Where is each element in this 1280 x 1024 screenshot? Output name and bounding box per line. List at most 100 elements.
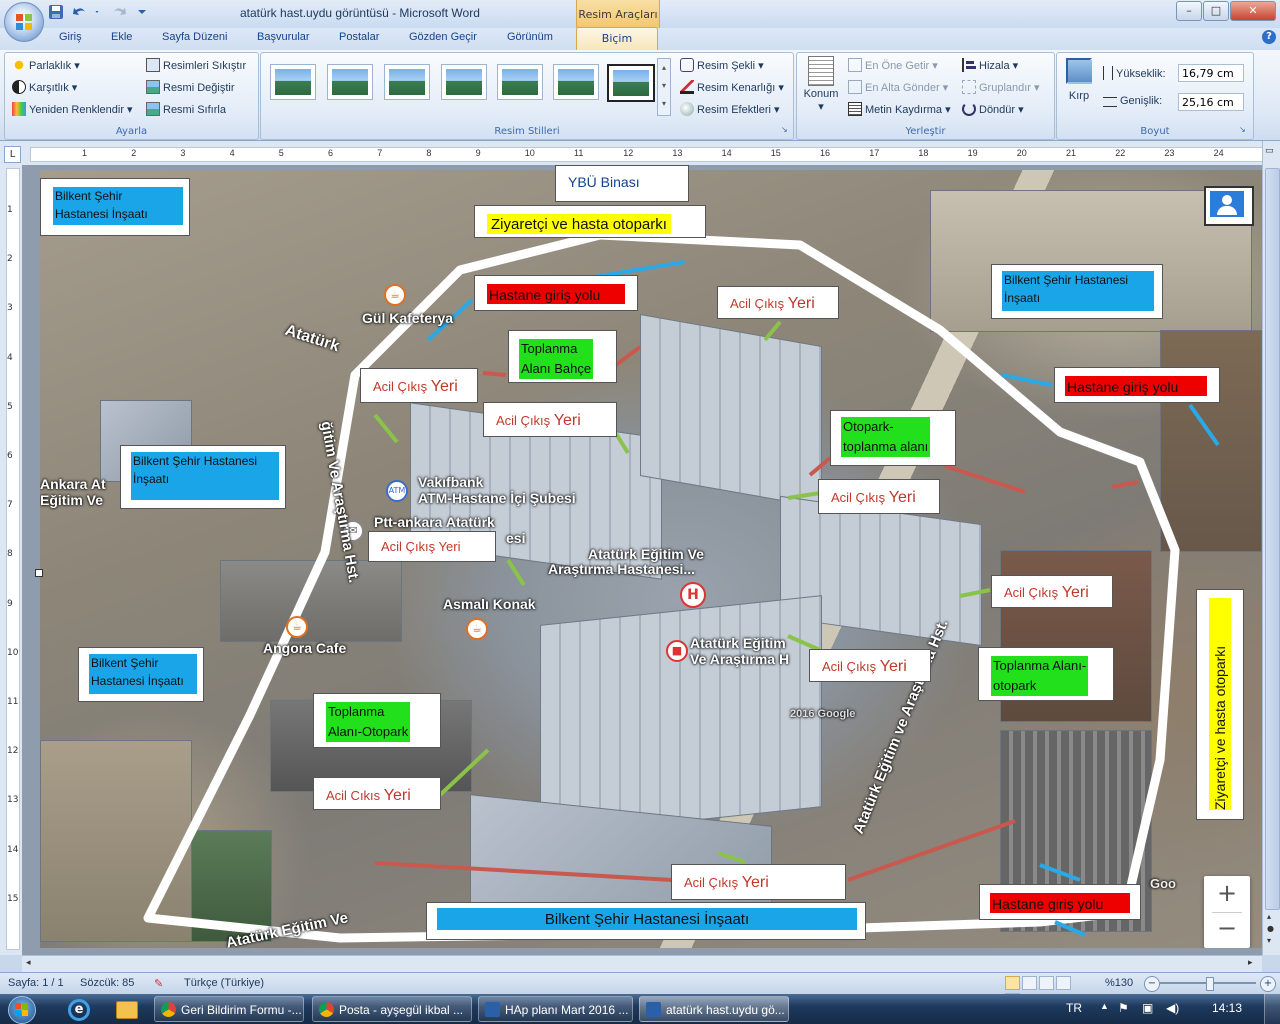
view-outline-icon[interactable] <box>1056 976 1071 990</box>
box-bilkent-top-right[interactable]: Bilkent Şehir Hastanesi İnşaatı <box>991 264 1163 319</box>
box-bilkent-middle-left[interactable]: Bilkent Şehir Hastanesi İnşaatı <box>120 445 286 509</box>
view-web-icon[interactable] <box>1039 976 1054 990</box>
view-print-layout-icon[interactable] <box>1005 976 1020 990</box>
vertical-scrollbar[interactable]: ▭ ▴ ● ▾ <box>1262 141 1280 955</box>
box-acil-6[interactable]: Acil Çıkış Yeri <box>991 575 1113 608</box>
street-view-button[interactable] <box>1204 186 1254 226</box>
office-button[interactable] <box>4 2 44 42</box>
horizontal-scrollbar[interactable]: ◂ ▸ <box>22 955 1262 973</box>
zoom-out-status-icon[interactable]: − <box>1144 976 1160 992</box>
tray-network-icon[interactable]: ▣ <box>1142 1001 1153 1015</box>
box-giris-top[interactable]: Hastane giriş yolu <box>474 275 638 311</box>
box-toplanma-otopark-left[interactable]: Toplanma Alanı-Otopark <box>313 693 441 748</box>
status-language[interactable]: Türkçe (Türkiye) <box>184 977 264 989</box>
zoom-in-icon[interactable]: + <box>1204 876 1250 912</box>
taskbar-item-posta[interactable]: Posta - ayşegül ikbal ... <box>312 996 472 1022</box>
scroll-right-icon[interactable]: ▸ <box>1248 958 1253 968</box>
resmi-degistir-button[interactable]: Resmi Değiştir <box>146 80 235 94</box>
customize-qat-icon[interactable] <box>134 4 150 20</box>
box-toplanma-bahce[interactable]: Toplanma Alanı Bahçe <box>508 330 617 383</box>
vertical-scroll-thumb[interactable] <box>1265 168 1280 910</box>
box-ziyaretci-top[interactable]: Ziyaretçi ve hasta otoparkı <box>474 205 706 238</box>
resim-sekli-button[interactable]: Resim Şekli ▾ <box>680 58 764 72</box>
en-one-getir-button[interactable]: En Öne Getir ▾ <box>848 58 938 72</box>
height-spinner[interactable]: 16,79 cm <box>1178 64 1244 82</box>
ruler-track[interactable] <box>30 147 1265 162</box>
box-toplanma-otopark-right[interactable]: Toplanma Alanı-otopark <box>978 647 1114 701</box>
undo-dropdown-icon[interactable] <box>95 4 103 20</box>
maximize-button[interactable]: □ <box>1203 1 1229 21</box>
box-otopark-toplanma[interactable]: Otopark-toplanma alanı <box>830 410 956 466</box>
tab-gorunum[interactable]: Görünüm <box>507 31 553 43</box>
redo-icon[interactable] <box>111 4 127 20</box>
box-bilkent-bottom[interactable]: Bilkent Şehir Hastanesi İnşaatı <box>426 902 866 940</box>
box-acil-4[interactable]: Acil Çıkış Yeri <box>818 479 940 514</box>
view-reading-icon[interactable] <box>1022 976 1037 990</box>
box-acil-1[interactable]: Acil Çıkış Yeri <box>717 286 839 319</box>
resmi-sifirla-button[interactable]: Resmi Sıfırla <box>146 102 226 116</box>
scroll-left-icon[interactable]: ◂ <box>26 958 31 968</box>
box-giris-bottom[interactable]: Hastane giriş yolu <box>979 884 1141 920</box>
help-icon[interactable]: ? <box>1262 30 1276 44</box>
tray-flag-icon[interactable]: ⚑ <box>1118 1001 1129 1015</box>
box-acil-5[interactable]: Acil Çıkış Yeri <box>368 531 496 562</box>
zoom-slider-thumb[interactable] <box>1206 977 1214 991</box>
minimize-button[interactable]: – <box>1176 1 1202 21</box>
style-thumb-6[interactable] <box>553 64 599 100</box>
box-acil-7[interactable]: Acil Çıkış Yeri <box>809 649 931 682</box>
tray-language[interactable]: TR <box>1066 1001 1082 1015</box>
resim-kenarligi-button[interactable]: Resim Kenarlığı ▾ <box>680 80 784 94</box>
konum-button[interactable]: Konum ▾ <box>803 56 839 113</box>
browse-object-icon[interactable]: ▴ ● ▾ <box>1267 911 1274 947</box>
resim-efektleri-button[interactable]: Resim Efektleri ▾ <box>680 102 780 116</box>
cafe-poi-icon[interactable]: ☕ <box>384 284 406 306</box>
box-bilkent-bottom-left[interactable]: Bilkent Şehir Hastanesi İnşaatı <box>78 647 204 702</box>
show-desktop-button[interactable] <box>1264 994 1280 1024</box>
status-zoom[interactable]: %130 <box>1105 977 1133 989</box>
tab-selector-icon[interactable]: L <box>4 146 21 163</box>
dondur-button[interactable]: Döndür ▾ <box>962 102 1024 116</box>
gruplandir-button[interactable]: Gruplandır ▾ <box>962 80 1040 94</box>
parlaklik-button[interactable]: Parlaklık ▾ <box>12 58 80 72</box>
tray-expand-icon[interactable]: ▲ <box>1100 1001 1109 1011</box>
box-ybu-binasi[interactable]: YBÜ Binası <box>555 165 689 202</box>
tab-giris[interactable]: Giriş <box>59 31 82 43</box>
tab-ekle[interactable]: Ekle <box>111 31 132 43</box>
status-word-count[interactable]: Sözcük: 85 <box>80 977 134 989</box>
tab-sayfa-duzeni[interactable]: Sayfa Düzeni <box>162 31 227 43</box>
gallery-scroll-icon[interactable]: ▴ ▾ ▾ <box>657 58 671 116</box>
box-giris-right[interactable]: Hastane giriş yolu <box>1054 367 1220 403</box>
box-acil-2[interactable]: Acil Çıkış Yeri <box>360 368 478 403</box>
atm-poi-icon[interactable]: ATM <box>386 480 408 502</box>
kirp-button[interactable]: Kırp <box>1062 58 1096 102</box>
box-acil-8[interactable]: Acil Cıkıs Yeri <box>313 777 441 810</box>
zoom-out-icon[interactable]: − <box>1204 913 1250 948</box>
metin-kaydirma-button[interactable]: Metin Kaydırma ▾ <box>848 102 951 116</box>
width-spinner[interactable]: 25,16 cm <box>1178 93 1244 111</box>
tab-basvurular[interactable]: Başvurular <box>257 31 310 43</box>
hizala-button[interactable]: Hizala ▾ <box>962 58 1018 72</box>
en-alta-gonder-button[interactable]: En Alta Gönder ▾ <box>848 80 948 94</box>
tab-gozden-gecir[interactable]: Gözden Geçir <box>409 31 477 43</box>
karsitlik-button[interactable]: Karşıtlık ▾ <box>12 80 77 94</box>
cafe-poi-icon-3[interactable]: ☕ <box>466 618 488 640</box>
spelling-check-icon[interactable]: ✎ <box>154 977 163 990</box>
style-thumb-2[interactable] <box>327 64 373 100</box>
cafe-poi-icon-2[interactable]: ☕ <box>286 616 308 638</box>
box-acil-9[interactable]: Acil Çıkış Yeri <box>671 864 846 900</box>
resize-handle-icon[interactable] <box>35 569 43 577</box>
taskbar-item-geri-bildirim[interactable]: Geri Bildirim Formu -... <box>154 996 304 1022</box>
close-button[interactable]: ✕ <box>1230 1 1276 21</box>
status-page[interactable]: Sayfa: 1 / 1 <box>8 977 64 989</box>
taskbar-item-ataturk[interactable]: atatürk hast.uydu gö... <box>639 996 789 1022</box>
box-bilkent-top-left[interactable]: Bilkent Şehir Hastanesi İnşaatı <box>40 178 190 236</box>
ie-icon[interactable]: e <box>68 999 90 1021</box>
box-ziyaretci-right[interactable]: Ziyaretçi ve hasta otoparkı <box>1196 589 1244 820</box>
size-dialog-launcher-icon[interactable]: ↘ <box>1239 125 1246 134</box>
folder-icon[interactable] <box>116 1001 138 1019</box>
style-thumb-7-selected[interactable] <box>607 64 655 102</box>
style-thumb-4[interactable] <box>441 64 487 100</box>
zoom-in-status-icon[interactable]: + <box>1260 976 1276 992</box>
taskbar-item-hap-plani[interactable]: HAp planı Mart 2016 ... <box>478 996 633 1022</box>
style-thumb-3[interactable] <box>384 64 430 100</box>
